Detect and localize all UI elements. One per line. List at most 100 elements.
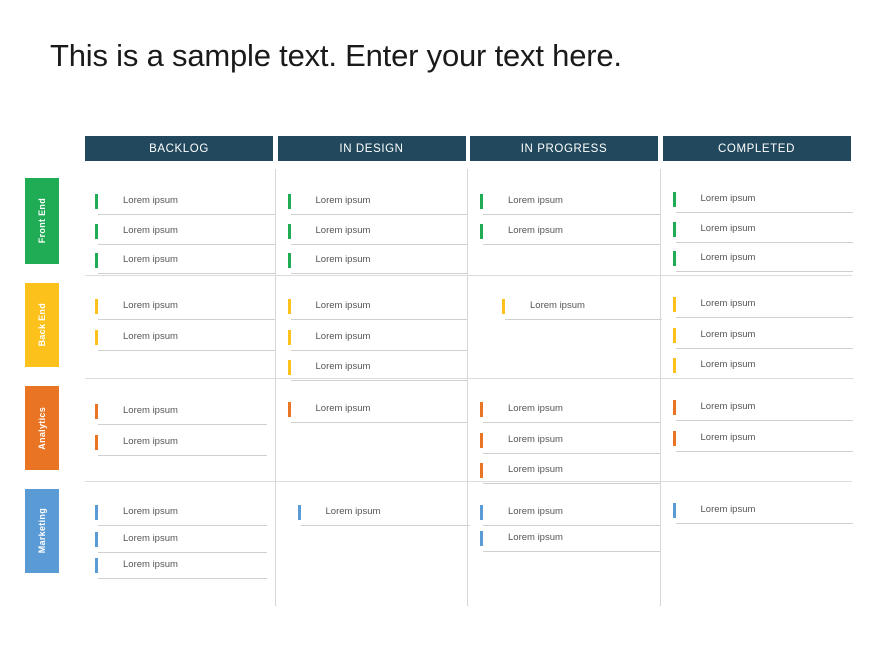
row-label-marketing[interactable]: Marketing: [25, 489, 59, 573]
card-accent-bar: [480, 505, 483, 520]
column-body-backlog[interactable]: Lorem ipsum Lorem ipsum Lorem ipsum Lorem i…: [85, 169, 275, 606]
column-header-in-progress: IN PROGRESS: [470, 136, 658, 161]
column-header-in-design: IN DESIGN: [277, 136, 466, 161]
kanban-card[interactable]: Lorem ipsum: [672, 249, 853, 272]
row-label-text: Front End: [37, 198, 47, 244]
row-label-analytics[interactable]: Analytics: [25, 386, 59, 470]
card-label: Lorem ipsum: [123, 559, 178, 570]
kanban-column-completed[interactable]: COMPLETED Lorem ipsum Lorem ipsum Lorem ip…: [662, 136, 853, 606]
kanban-card[interactable]: Lorem ipsum: [95, 556, 267, 579]
card-label: Lorem ipsum: [508, 506, 563, 517]
card-label: Lorem ipsum: [123, 300, 178, 311]
card-underline: [675, 271, 853, 272]
card-label: Lorem ipsum: [315, 254, 371, 265]
card-underline: [290, 243, 468, 245]
kanban-card[interactable]: Lorem ipsum: [672, 295, 853, 318]
card-accent-bar: [672, 430, 676, 446]
card-underline: [483, 551, 660, 552]
card-label: Lorem ipsum: [700, 193, 756, 204]
card-accent-bar: [297, 505, 301, 520]
column-separator: [274, 169, 276, 606]
row-separator: [85, 378, 852, 379]
card-label: Lorem ipsum: [315, 361, 371, 372]
kanban-card[interactable]: Lorem ipsum: [480, 400, 660, 423]
card-underline: [483, 422, 660, 423]
card-underline: [98, 319, 275, 320]
row-label-back-end[interactable]: Back End: [25, 283, 59, 367]
card-underline: [675, 523, 853, 524]
card-accent-bar: [672, 400, 676, 415]
kanban-card[interactable]: Lorem ipsum: [95, 222, 275, 245]
card-accent-bar: [287, 194, 291, 209]
card-accent-bar: [672, 297, 676, 312]
card-accent-bar: [672, 503, 676, 518]
column-separator: [467, 169, 468, 606]
kanban-card[interactable]: Lorem ipsum: [95, 192, 275, 215]
kanban-column-in-design[interactable]: IN DESIGN Lorem ipsum Lorem ipsum Lorem ip…: [277, 136, 470, 606]
card-accent-bar: [672, 327, 676, 343]
card-label: Lorem ipsum: [700, 401, 756, 412]
row-label-text: Analytics: [37, 406, 47, 450]
card-label: Lorem ipsum: [700, 328, 756, 340]
card-underline: [675, 347, 853, 349]
card-label: Lorem ipsum: [700, 504, 756, 515]
kanban-card[interactable]: Lorem ipsum: [287, 222, 468, 245]
page-title: This is a sample text. Enter your text h…: [50, 38, 622, 73]
card-underline: [505, 319, 662, 320]
kanban-card[interactable]: Lorem ipsum: [672, 326, 853, 349]
card-underline: [483, 243, 660, 245]
kanban-card[interactable]: Lorem ipsum: [95, 251, 275, 274]
kanban-card[interactable]: Lorem ipsum: [287, 297, 468, 320]
column-body-in-progress[interactable]: Lorem ipsum Lorem ipsum Lorem ipsum Lorem i…: [470, 169, 662, 606]
card-underline: [300, 525, 470, 526]
kanban-card[interactable]: Lorem ipsum: [287, 192, 468, 215]
kanban-card[interactable]: Lorem ipsum: [480, 529, 660, 552]
kanban-card[interactable]: Lorem ipsum: [480, 222, 660, 245]
card-accent-bar: [287, 360, 291, 375]
kanban-card[interactable]: Lorem ipsum: [297, 503, 470, 526]
kanban-card[interactable]: Lorem ipsum: [287, 400, 468, 423]
kanban-card[interactable]: Lorem ipsum: [95, 328, 275, 351]
card-accent-bar: [287, 253, 291, 268]
card-label: Lorem ipsum: [315, 330, 371, 342]
kanban-card[interactable]: Lorem ipsum: [95, 503, 267, 526]
column-body-completed[interactable]: Lorem ipsum Lorem ipsum Lorem ipsum Lorem i…: [663, 169, 853, 606]
card-accent-bar: [95, 404, 98, 419]
column-body-in-design[interactable]: Lorem ipsum Lorem ipsum Lorem ipsum Lorem i…: [278, 169, 470, 606]
row-label-text: Marketing: [37, 508, 47, 554]
kanban-column-backlog[interactable]: BACKLOG Lorem ipsum Lorem ipsum Lorem ipsu…: [85, 136, 275, 606]
kanban-card[interactable]: Lorem ipsum: [672, 501, 853, 524]
kanban-card[interactable]: Lorem ipsum: [502, 297, 662, 320]
card-accent-bar: [480, 194, 483, 209]
kanban-card[interactable]: Lorem ipsum: [95, 530, 267, 553]
card-underline: [98, 350, 275, 351]
kanban-card[interactable]: Lorem ipsum: [95, 433, 267, 456]
kanban-card[interactable]: Lorem ipsum: [672, 220, 853, 243]
card-label: Lorem ipsum: [700, 252, 756, 263]
kanban-card[interactable]: Lorem ipsum: [95, 402, 267, 425]
kanban-grid: BACKLOG Lorem ipsum Lorem ipsum Lorem ipsu…: [85, 136, 853, 606]
kanban-card[interactable]: Lorem ipsum: [672, 190, 853, 213]
kanban-card[interactable]: Lorem ipsum: [95, 297, 275, 320]
kanban-column-in-progress[interactable]: IN PROGRESS Lorem ipsum Lorem ipsum Lorem …: [470, 136, 662, 606]
card-underline: [290, 422, 468, 423]
card-underline: [290, 319, 468, 320]
card-accent-bar: [95, 299, 98, 314]
card-label: Lorem ipsum: [123, 405, 178, 416]
card-accent-bar: [287, 299, 291, 314]
kanban-card[interactable]: Lorem ipsum: [672, 398, 853, 421]
row-label-front-end[interactable]: Front End: [25, 178, 59, 264]
kanban-card[interactable]: Lorem ipsum: [672, 429, 853, 452]
kanban-card[interactable]: Lorem ipsum: [480, 503, 660, 526]
card-underline: [98, 551, 267, 553]
card-label: Lorem ipsum: [700, 298, 756, 309]
card-accent-bar: [95, 194, 98, 209]
kanban-card[interactable]: Lorem ipsum: [287, 251, 468, 274]
card-accent-bar: [95, 531, 98, 547]
kanban-card[interactable]: Lorem ipsum: [672, 356, 853, 379]
card-accent-bar: [95, 434, 98, 450]
kanban-card[interactable]: Lorem ipsum: [480, 192, 660, 215]
kanban-card[interactable]: Lorem ipsum: [480, 431, 660, 454]
kanban-card[interactable]: Lorem ipsum: [287, 328, 468, 351]
column-header-completed: COMPLETED: [662, 136, 851, 161]
